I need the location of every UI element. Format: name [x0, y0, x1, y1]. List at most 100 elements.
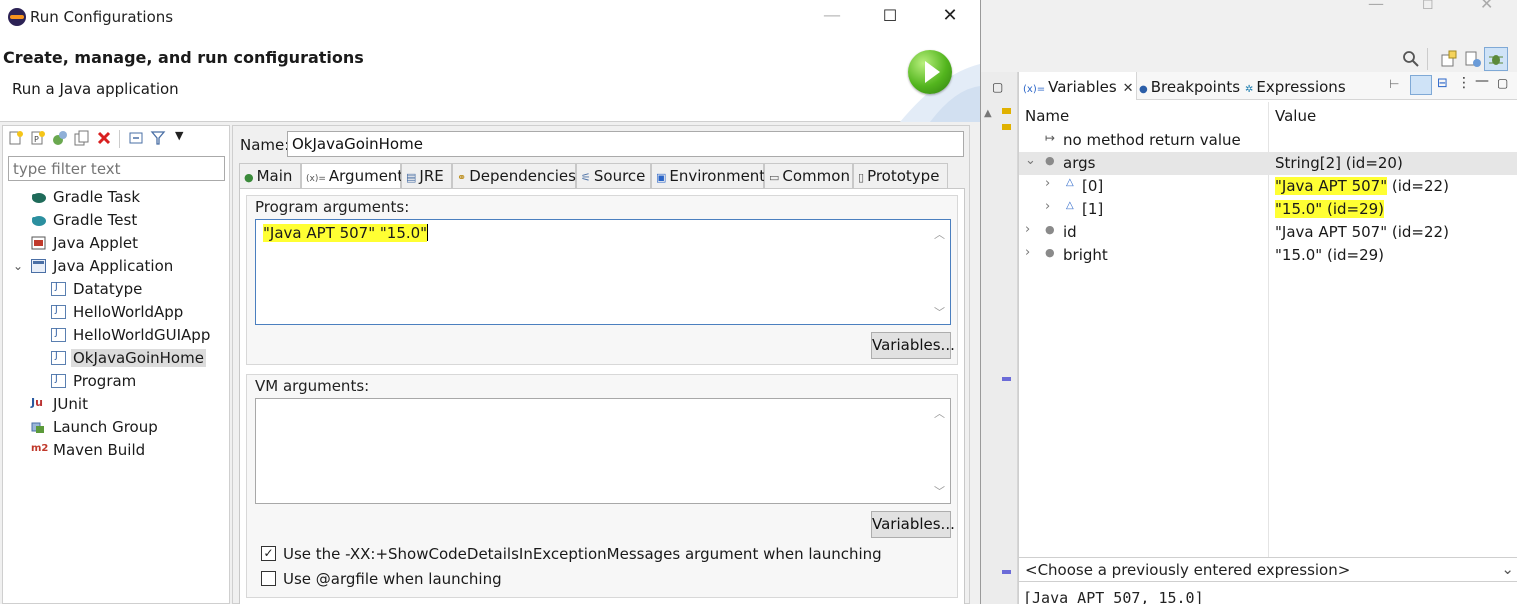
maximize-button[interactable]: ☐ [870, 5, 910, 29]
scroll-up-icon[interactable]: ▲ [984, 108, 992, 119]
ide-close-icon[interactable]: ✕ [1480, 0, 1493, 13]
tab-breakpoints-label: Breakpoints [1150, 78, 1241, 96]
variable-row-return[interactable]: ↦ no method return value [1019, 129, 1517, 152]
variable-value: "15.0" (id=29) [1275, 246, 1385, 264]
tree-item-label: Gradle Task [53, 188, 141, 206]
chevron-right-icon[interactable]: › [1025, 222, 1030, 237]
java-file-icon [51, 374, 66, 388]
tab-label: Source [593, 167, 646, 185]
name-label: Name: [240, 136, 290, 154]
tab-common[interactable]: ▭ Common [764, 163, 853, 188]
filter-input[interactable] [8, 156, 225, 181]
tab-environment[interactable]: ▣ Environment [651, 163, 765, 188]
variable-row-id[interactable]: › ● id "Java APT 507" (id=22) [1019, 221, 1517, 244]
overview-marker [1002, 108, 1011, 114]
variable-row-args-1[interactable]: › △ [1] "15.0" (id=29) [1019, 198, 1517, 221]
scroll-up-icon[interactable]: ︿ [934, 405, 945, 421]
local-variable-icon: ● [1045, 223, 1055, 236]
chevron-down-icon[interactable]: ⌄ [1501, 560, 1514, 578]
expression-history-combo[interactable]: <Choose a previously entered expression>… [1019, 557, 1517, 582]
chevron-down-icon[interactable]: ▼ [175, 129, 183, 142]
eclipse-logo-icon [8, 8, 26, 26]
tab-breakpoints[interactable]: ● Breakpoints [1139, 72, 1240, 100]
highlighted-value: "Java APT 507" [1275, 177, 1388, 195]
minimize-icon[interactable]: — [1475, 73, 1489, 89]
chevron-right-icon[interactable]: › [1045, 176, 1050, 191]
svg-text:P: P [34, 135, 39, 144]
debug-perspective-icon[interactable] [1487, 50, 1505, 68]
chevron-right-icon[interactable]: › [1045, 199, 1050, 214]
open-perspective-icon[interactable] [1440, 50, 1458, 68]
scroll-down-icon[interactable]: ﹀ [934, 483, 945, 499]
vm-arguments-textarea[interactable]: ︿ ﹀ [255, 398, 951, 504]
collapse-all-icon[interactable] [128, 130, 144, 146]
minimize-button[interactable]: — [812, 5, 852, 29]
java-app-icon [31, 259, 46, 273]
ide-minimize-icon[interactable]: — [1368, 0, 1384, 13]
search-icon[interactable] [1402, 50, 1420, 68]
chevron-down-icon[interactable]: ⌄ [13, 259, 23, 273]
view-menu-icon[interactable]: ⋮ [1457, 75, 1471, 91]
detail-pane-text[interactable]: [Java APT 507, 15.0] [1023, 589, 1204, 604]
dialog-titlebar: Run Configurations — ☐ ✕ [0, 0, 980, 34]
tab-arguments[interactable]: (x)= Arguments [301, 163, 411, 189]
tab-main[interactable]: ● Main [239, 163, 301, 188]
config-tabs: ● Main (x)= Arguments ▤ JRE ⚭ Dependencies ⚟… [239, 163, 965, 189]
argfile-checkbox[interactable] [261, 571, 276, 586]
program-arguments-text: "Java APT 507" "15.0" [262, 224, 429, 242]
tree-item-label: Datatype [73, 280, 143, 298]
export-config-icon[interactable] [52, 130, 68, 146]
column-value-header[interactable]: Value [1275, 107, 1316, 125]
common-icon: ▭ [769, 171, 780, 184]
tab-dependencies[interactable]: ⚭ Dependencies [452, 163, 576, 188]
tree-item-label: Java Application [53, 257, 174, 275]
delete-icon[interactable] [96, 130, 112, 146]
variable-row-args[interactable]: ⌄ ● args String[2] (id=20) [1019, 152, 1517, 175]
scroll-up-icon[interactable]: ︿ [934, 226, 945, 242]
java-file-icon [51, 282, 66, 296]
tab-prototype[interactable]: ▯ Prototype [853, 163, 948, 188]
program-arguments-value: "Java APT 507" "15.0" [263, 224, 428, 242]
scroll-down-icon[interactable]: ﹀ [934, 304, 945, 320]
column-name-header[interactable]: Name [1025, 107, 1069, 125]
tree-item-label: Program [73, 372, 137, 390]
tab-label: JRE [419, 167, 444, 185]
program-variables-button[interactable]: Variables... [871, 332, 955, 359]
expressions-icon: ✲ [1245, 84, 1254, 95]
vm-arguments-label: VM arguments: [255, 377, 370, 395]
close-icon[interactable]: ✕ [1123, 81, 1134, 96]
chevron-down-icon[interactable]: ⌄ [1025, 153, 1036, 168]
vm-variables-button[interactable]: Variables... [871, 511, 955, 538]
maximize-icon[interactable]: ▢ [1497, 76, 1508, 90]
config-name-input[interactable] [287, 131, 964, 157]
tree-item-label: OkJavaGoinHome [71, 349, 206, 367]
variable-row-bright[interactable]: › ● bright "15.0" (id=29) [1019, 244, 1517, 267]
collapse-all-icon[interactable]: ⊟ [1437, 76, 1448, 91]
chevron-right-icon[interactable]: › [1025, 245, 1030, 260]
jre-icon: ▤ [406, 171, 417, 184]
show-code-details-checkbox[interactable]: ✓ [261, 546, 276, 561]
variable-row-args-0[interactable]: › △ [0] "Java APT 507" (id=22) [1019, 175, 1517, 198]
tab-jre[interactable]: ▤ JRE [401, 163, 452, 188]
maximize-icon[interactable]: ▢ [992, 80, 1003, 94]
tab-variables[interactable]: (x)= Variables ✕ [1019, 72, 1137, 100]
tab-source[interactable]: ⚟ Source [576, 163, 651, 188]
arguments-tab-content: Program arguments: "Java APT 507" "15.0"… [239, 188, 965, 604]
new-config-icon[interactable] [8, 130, 24, 146]
tree-toolbar: P ▼ [3, 126, 229, 152]
duplicate-icon[interactable] [74, 130, 90, 146]
program-arguments-textarea[interactable]: "Java APT 507" "15.0" ︿ ﹀ [255, 219, 951, 325]
vm-arguments-group: VM arguments: ︿ ﹀ Variables... ✓ Use the… [246, 374, 958, 598]
java-perspective-icon[interactable] [1464, 50, 1482, 68]
local-variable-icon: ● [1045, 246, 1055, 259]
program-arguments-group: Program arguments: "Java APT 507" "15.0"… [246, 195, 958, 365]
show-type-names-icon[interactable]: ⊢ [1389, 77, 1399, 91]
show-logical-structure-icon[interactable] [1410, 75, 1432, 95]
junit-icon: Ju [31, 396, 43, 409]
new-prototype-icon[interactable]: P [30, 130, 46, 146]
ide-maximize-icon[interactable]: ◻ [1422, 0, 1434, 12]
tab-expressions[interactable]: ✲ Expressions [1245, 72, 1346, 100]
filter-icon[interactable] [150, 130, 166, 146]
text-caret [427, 224, 429, 241]
close-button[interactable]: ✕ [930, 5, 970, 29]
